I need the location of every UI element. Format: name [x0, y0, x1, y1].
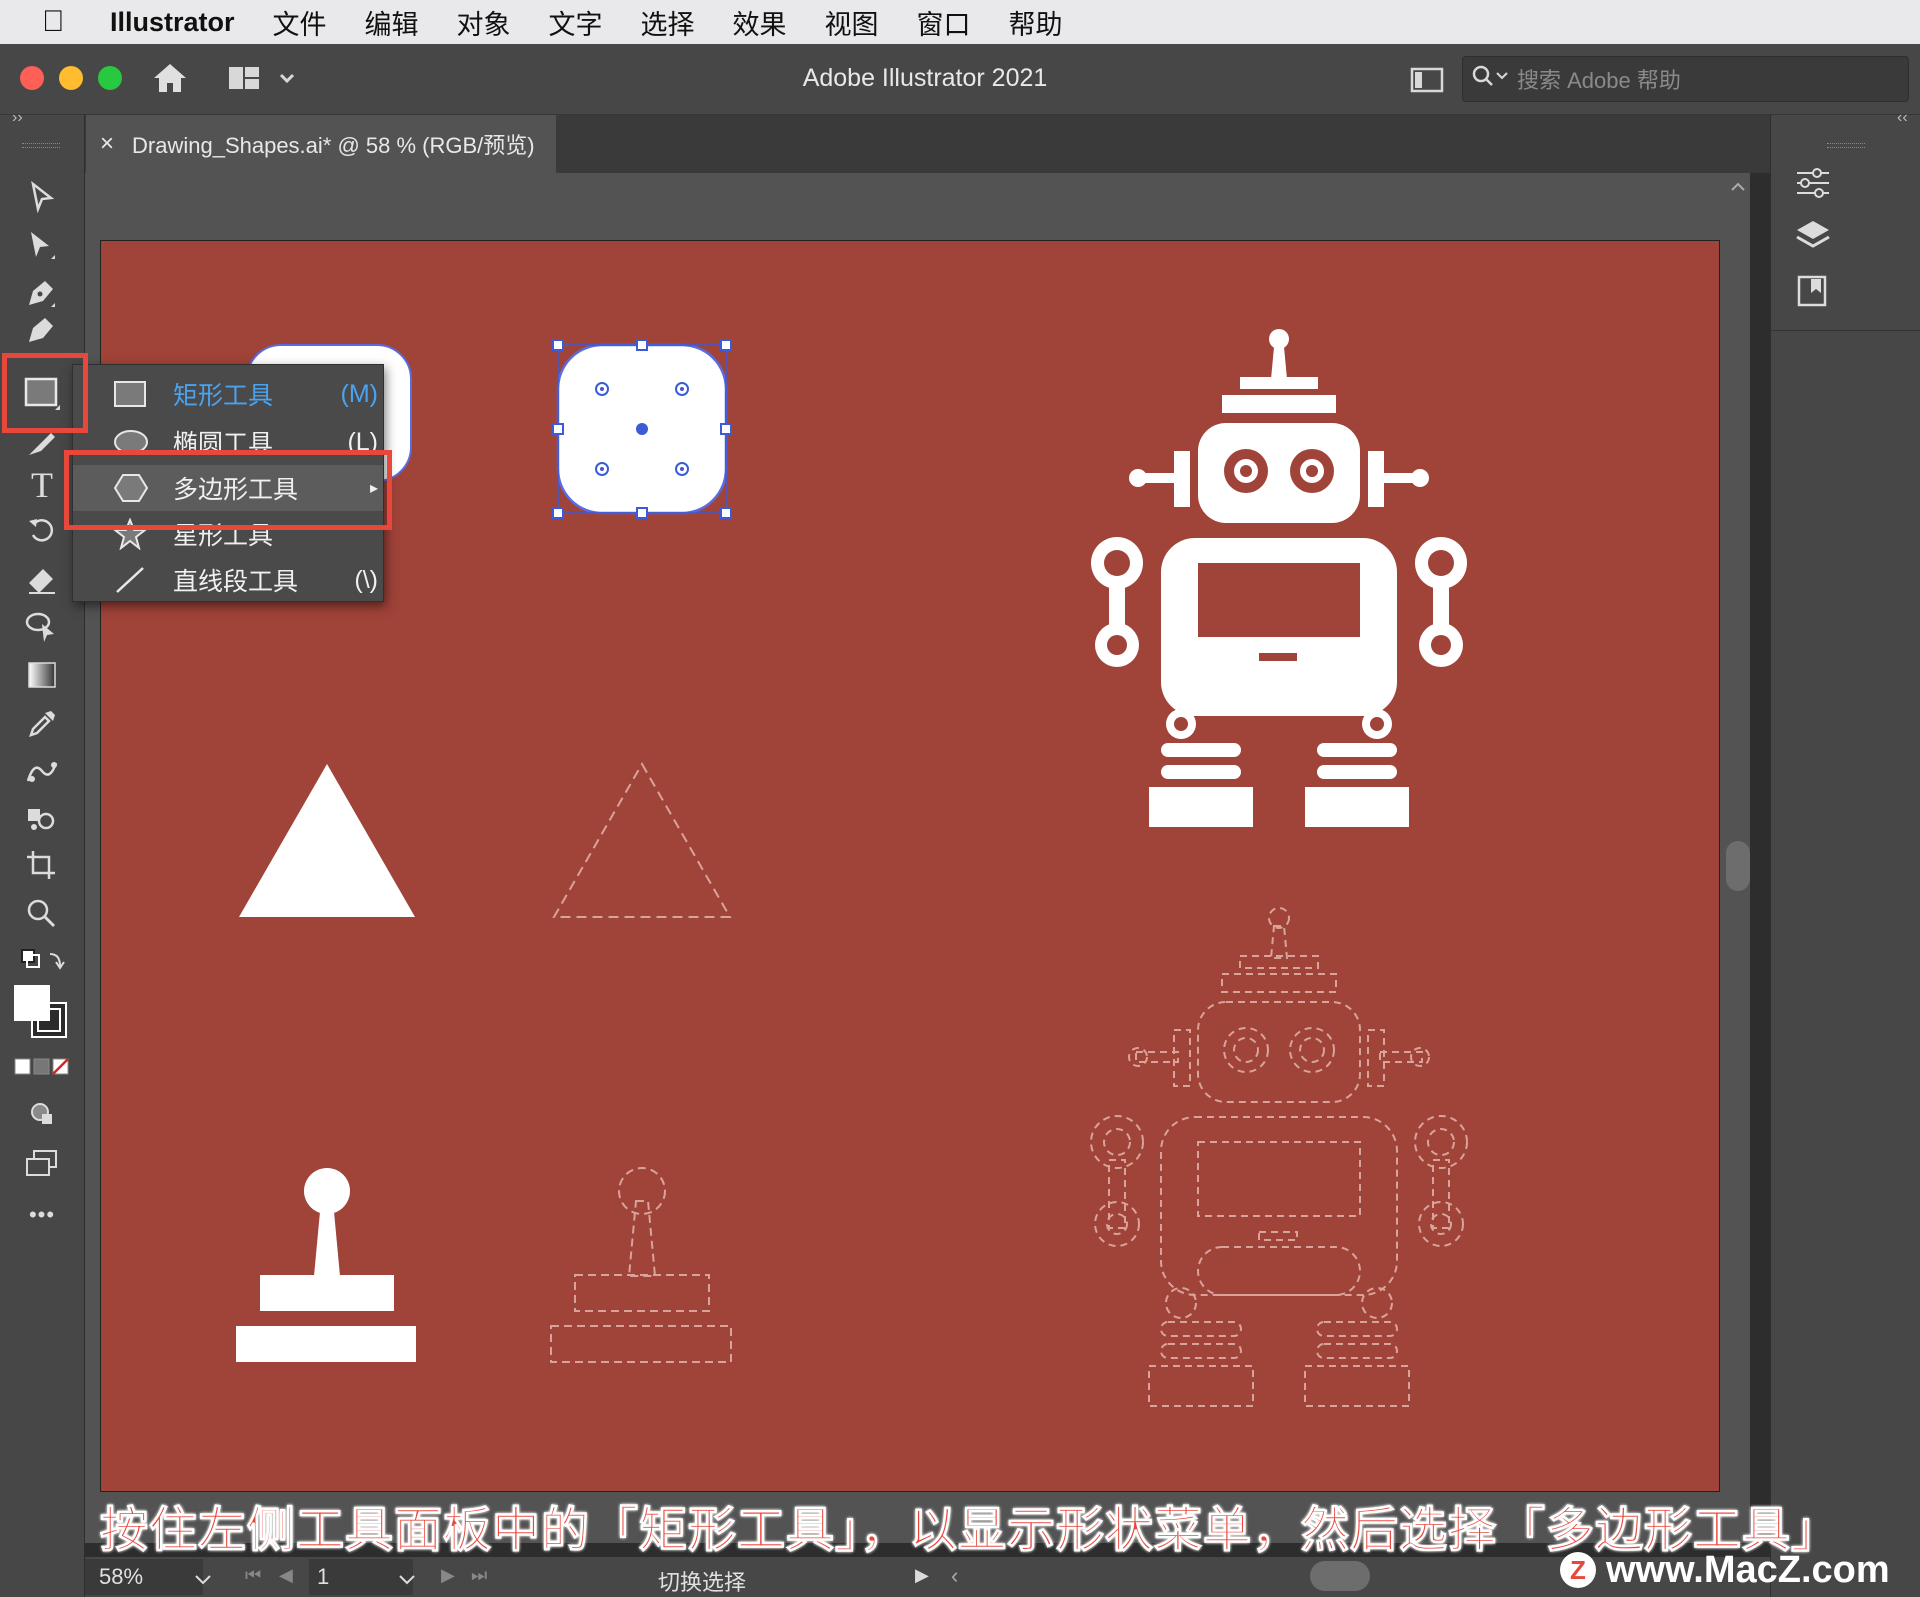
shape-builder-tool-icon[interactable]	[18, 607, 66, 647]
menu-effect[interactable]: 效果	[733, 3, 787, 42]
menu-object[interactable]: 对象	[457, 3, 511, 42]
symbol-sprayer-tool-icon[interactable]	[18, 799, 66, 839]
menu-file[interactable]: 文件	[273, 3, 327, 42]
screen-mode-icon[interactable]	[18, 1143, 66, 1183]
toolbar-grip[interactable]	[22, 143, 60, 148]
gradient-tool-icon[interactable]	[18, 655, 66, 695]
zoom-tool-icon[interactable]	[18, 893, 66, 933]
flyout-item-rectangle[interactable]: 矩形工具 (M)	[73, 371, 383, 417]
collapse-toolbar-icon[interactable]: ››	[12, 109, 23, 127]
close-tab-icon[interactable]: ×	[100, 130, 114, 158]
collapse-dock-icon[interactable]: ‹‹	[1897, 109, 1908, 127]
menu-edit[interactable]: 编辑	[365, 3, 419, 42]
layers-panel-icon[interactable]	[1793, 219, 1833, 260]
libraries-panel-icon[interactable]	[1793, 273, 1833, 314]
rectangle-icon	[113, 380, 153, 408]
blend-tool-icon[interactable]	[18, 751, 66, 791]
color-mode-icons[interactable]	[14, 1057, 70, 1082]
zoom-field[interactable]: 58%	[85, 1559, 203, 1595]
draw-mode-icon[interactable]	[18, 1095, 66, 1135]
flyout-item-shortcut: (M)	[340, 379, 378, 408]
paintbrush-tool-icon[interactable]	[18, 433, 66, 457]
flyout-item-line-segment[interactable]: 直线段工具 (\)	[73, 557, 383, 603]
search-icon	[1471, 63, 1509, 95]
eyedropper-tool-icon[interactable]	[18, 703, 66, 743]
title-bar: Adobe Illustrator 2021 搜索 Adobe 帮助	[0, 44, 1920, 115]
robot-guide-shape	[1090, 907, 1468, 1407]
menu-select[interactable]: 选择	[641, 3, 695, 42]
direct-selection-tool-icon[interactable]	[18, 225, 66, 265]
highlight-rectangle-tool	[2, 353, 88, 433]
line-segment-icon	[113, 564, 153, 596]
rotate-tool-icon[interactable]	[18, 511, 66, 551]
watermark: Z www.MacZ.com	[1560, 1546, 1910, 1594]
flyout-item-label: 直线段工具	[173, 568, 299, 596]
flyout-item-shortcut: (\)	[354, 565, 378, 594]
horizontal-scrollbar-thumb[interactable]	[1310, 1561, 1370, 1591]
menu-view[interactable]: 视图	[825, 3, 879, 42]
artboard-dropdown-icon[interactable]	[397, 1567, 417, 1593]
menu-help[interactable]: 帮助	[1009, 3, 1063, 42]
document-tab[interactable]: × Drawing_Shapes.ai* @ 58 % (RGB/预览)	[86, 115, 556, 173]
pen-tool-icon[interactable]	[18, 273, 66, 313]
more-tools-icon[interactable]: •••	[18, 1195, 66, 1235]
app-menu[interactable]: Illustrator	[110, 7, 235, 38]
selection-tool-icon[interactable]	[18, 177, 66, 217]
panel-toggle-icon[interactable]	[1410, 66, 1444, 99]
help-search-placeholder: 搜索 Adobe 帮助	[1517, 68, 1681, 93]
artboard-tool-icon[interactable]	[18, 845, 66, 885]
scrollbar-thumb[interactable]	[1726, 841, 1750, 891]
vertical-scrollbar[interactable]	[1725, 173, 1750, 1543]
last-artboard-icon[interactable]: ⏭	[471, 1565, 487, 1586]
watermark-text: www.MacZ.com	[1606, 1548, 1890, 1591]
highlight-polygon-tool	[64, 450, 392, 530]
menubar:  Illustrator 文件 编辑 对象 文字 选择 效果 视图 窗口 帮助	[0, 0, 1920, 44]
properties-panel-icon[interactable]	[1793, 165, 1833, 206]
selected-rounded-square	[552, 339, 732, 519]
dock-divider	[1771, 330, 1920, 331]
zoom-dropdown-icon[interactable]	[193, 1567, 213, 1593]
fill-stroke-swatch[interactable]	[12, 983, 72, 1048]
curvature-tool-icon[interactable]	[18, 317, 66, 343]
document-tab-label: Drawing_Shapes.ai* @ 58 % (RGB/预览)	[132, 133, 535, 158]
next-artboard-icon[interactable]: ▶	[441, 1565, 455, 1586]
tools-panel: ›› T •••	[0, 109, 85, 1597]
status-menu-arrow-icon[interactable]: ▶	[915, 1565, 929, 1586]
eraser-tool-icon[interactable]	[18, 559, 66, 599]
status-selection-label[interactable]: 切换选择	[658, 1565, 746, 1597]
help-search-field[interactable]: 搜索 Adobe 帮助	[1462, 56, 1909, 102]
dock-grip[interactable]	[1827, 143, 1865, 148]
previous-artboard-icon[interactable]: ◀	[279, 1565, 293, 1586]
scroll-left-icon[interactable]: ‹	[951, 1563, 958, 1589]
swap-fill-stroke-icon[interactable]	[18, 941, 66, 981]
first-artboard-icon[interactable]: ⏮	[245, 1565, 261, 1586]
right-panel-dock: ‹‹	[1770, 109, 1920, 1597]
watermark-logo-icon: Z	[1560, 1552, 1596, 1588]
type-tool-icon[interactable]: T	[18, 465, 66, 505]
document-tab-bar: × Drawing_Shapes.ai* @ 58 % (RGB/预览)	[0, 115, 1920, 173]
menu-window[interactable]: 窗口	[917, 3, 971, 42]
menu-type[interactable]: 文字	[549, 3, 603, 42]
status-bar: 58% ⏮ ◀ 1 ▶ ⏭ 切换选择 ▶ ‹	[85, 1557, 1770, 1597]
tutorial-caption: 按住左侧工具面板中的「矩形工具」，以显示形状菜单，然后选择「多边形工具」	[100, 1504, 1841, 1558]
apple-icon[interactable]: 	[42, 5, 82, 39]
flyout-item-label: 矩形工具	[173, 382, 274, 410]
